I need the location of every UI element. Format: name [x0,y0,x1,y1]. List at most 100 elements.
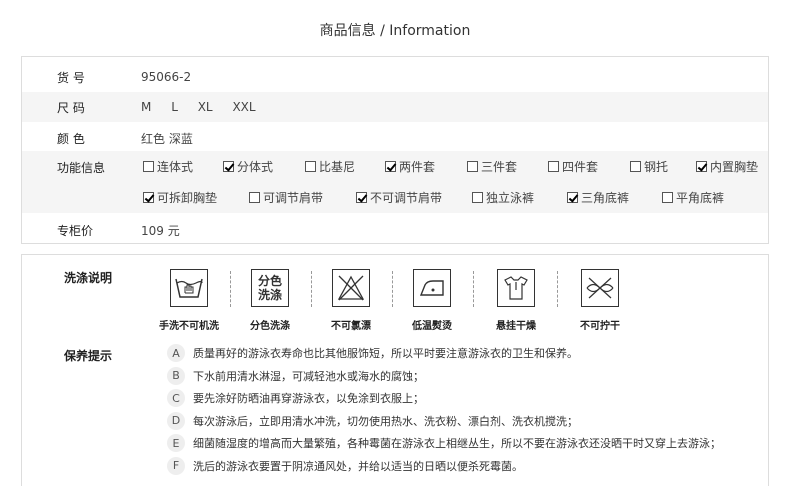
checkbox[interactable] [356,192,367,203]
row-price: 专柜价 109 元 [22,215,768,245]
tip-letter: E [167,434,185,452]
item-no-value: 95066-2 [141,70,192,84]
care-tip: B 下水前用清水淋湿，可减轻池水或海水的腐蚀； [167,366,424,385]
function-option-label: 钢托 [644,160,669,174]
separate-wash-icon: 分色洗涤 [251,269,289,307]
no-wring-icon [581,269,619,307]
function-option-label: 不可调节肩带 [370,191,443,205]
tip-letter: C [167,389,185,407]
function-option[interactable]: 三件套 [467,158,517,175]
function-option[interactable]: 四件套 [548,158,598,175]
checkbox[interactable] [472,192,483,203]
row-size: 尺 码 M L XL XXL [22,92,768,122]
function-option-label: 三件套 [481,160,518,174]
divider [557,271,558,307]
size-option: XXL [232,100,256,114]
care-item-hand-wash: 手洗不可机洗 [153,269,225,332]
care-item-separate-wash: 分色洗涤 分色洗涤 [234,269,306,332]
size-label: 尺 码 [57,100,85,115]
divider [392,271,393,307]
hang-dry-icon [497,269,535,307]
function-option[interactable]: 平角底裤 [662,189,724,206]
checkbox[interactable] [567,192,578,203]
tip-text: 细菌随湿度的增高而大量繁殖，各种霉菌在游泳衣上相继丛生，所以不要在游泳衣还没晒干… [193,437,721,450]
checkbox[interactable] [630,161,641,172]
care-caption: 悬挂干燥 [496,321,536,332]
function-option-label: 可拆卸胸垫 [157,191,218,205]
function-option[interactable]: 内置胸垫 [696,158,758,175]
care-item-no-wring: 不可拧干 [564,269,636,332]
tip-text: 每次游泳后，立即用清水冲洗，切勿使用热水、洗衣粉、漂白剂、洗衣机搅洗； [193,414,578,428]
care-item-no-bleach: 不可氯漂 [315,269,387,332]
checkbox[interactable] [305,161,316,172]
divider [311,271,312,307]
size-option: XL [197,100,213,114]
tip-text: 质量再好的游泳衣寿命也比其他服饰短，所以平时要注意游泳衣的卫生和保养。 [193,347,578,360]
function-option[interactable]: 独立泳裤 [472,189,534,206]
tip-letter: F [167,456,185,475]
tip-letter: B [167,366,185,385]
row-color: 颜 色 红色 深蓝 [22,123,768,153]
care-item-hang-dry: 悬挂干燥 [480,269,552,332]
hand-wash-icon [170,269,208,307]
function-option[interactable]: 连体式 [143,158,193,175]
checkbox[interactable] [249,192,260,203]
size-option: M [141,100,152,114]
care-caption: 分色洗涤 [250,321,290,332]
function-option-label: 四件套 [562,160,599,174]
checkbox[interactable] [548,161,559,172]
care-tip: D 每次游泳后，立即用清水冲洗，切勿使用热水、洗衣粉、漂白剂、洗衣机搅洗； [167,411,578,430]
care-caption: 手洗不可机洗 [159,321,219,332]
function-option[interactable]: 不可调节肩带 [356,189,442,206]
row-item-no: 货 号 95066-2 [22,62,768,92]
function-option[interactable]: 可拆卸胸垫 [143,189,217,206]
care-tip: F 洗后的游泳衣要置于阴凉通风处，并给以适当的日晒以便杀死霉菌。 [167,456,523,475]
divider [473,271,474,307]
color-label: 颜 色 [57,131,85,146]
icon-text: 分色洗涤 [257,274,282,302]
function-option-label: 内置胸垫 [710,160,759,174]
checkbox[interactable] [143,161,154,172]
checkbox[interactable] [696,161,707,172]
care-tips-label: 保养提示 [64,349,113,363]
tip-text: 要先涂好防晒油再穿游泳衣，以免涂到衣服上； [193,392,424,405]
size-values: M L XL XXL [141,100,272,114]
tip-letter: A [167,344,185,362]
function-option-label: 平角底裤 [676,191,725,205]
page-title: 商品信息 / Information [319,23,471,39]
function-option[interactable]: 两件套 [385,158,435,175]
color-value: 红色 深蓝 [141,131,193,146]
checkbox[interactable] [467,161,478,172]
divider [230,271,231,307]
function-option[interactable]: 钢托 [630,158,668,175]
item-no-label: 货 号 [57,70,85,85]
care-item-low-iron: 低温熨烫 [396,269,468,332]
row-function: 功能信息 连体式 分体式 比基尼 两件套 三件套 四件套 钢托 内置胸垫可拆卸胸垫 可调节肩带 不… [22,151,768,213]
tip-text: 洗后的游泳衣要置于阴凉通风处，并给以适当的日晒以便杀死霉菌。 [193,459,523,473]
function-option[interactable]: 比基尼 [305,158,355,175]
care-tip: A 质量再好的游泳衣寿命也比其他服饰短，所以平时要注意游泳衣的卫生和保养。 [167,344,578,362]
low-iron-icon [413,269,451,307]
size-option: L [171,100,178,114]
function-option-label: 独立泳裤 [486,191,535,205]
function-option-label: 连体式 [157,160,194,174]
function-option-label: 分体式 [237,160,274,174]
function-option[interactable]: 分体式 [223,158,273,175]
function-option-label: 比基尼 [319,160,356,174]
checkbox[interactable] [223,161,234,172]
function-option[interactable]: 可调节肩带 [249,189,323,206]
product-info-table: 货 号 95066-2 尺 码 M L XL XXL 颜 色 红色 深蓝 功能信… [21,56,769,244]
care-section: 洗涤说明 手洗不可机洗 分色洗涤 分色洗涤 不可氯漂 低温熨烫 悬挂干燥 不可拧… [21,254,769,486]
wash-instructions-label: 洗涤说明 [64,271,113,285]
care-caption: 低温熨烫 [412,321,452,332]
function-option-label: 三角底裤 [581,191,630,205]
price-value: 109 元 [141,223,180,238]
care-caption: 不可拧干 [580,321,620,332]
tip-text: 下水前用清水淋湿，可减轻池水或海水的腐蚀； [193,369,424,383]
checkbox[interactable] [143,192,154,203]
checkbox[interactable] [385,161,396,172]
care-tip: C 要先涂好防晒油再穿游泳衣，以免涂到衣服上； [167,389,424,407]
function-option[interactable]: 三角底裤 [567,189,629,206]
checkbox[interactable] [662,192,673,203]
function-label: 功能信息 [57,161,106,175]
